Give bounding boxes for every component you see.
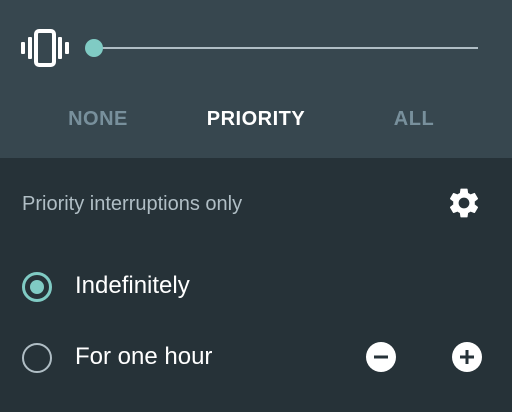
minus-circle-icon[interactable] <box>365 341 397 373</box>
priority-title: Priority interruptions only <box>22 193 243 215</box>
option-label-indefinitely: Indefinitely <box>75 272 190 299</box>
slider-track <box>94 47 478 49</box>
slider-thumb[interactable] <box>85 39 103 57</box>
tab-all[interactable]: ALL <box>364 96 464 142</box>
gear-icon[interactable] <box>446 185 482 221</box>
mode-tabs: NONE PRIORITY ALL <box>0 96 512 142</box>
option-for-one-hour[interactable]: For one hour <box>0 333 512 381</box>
interruptions-panel: NONE PRIORITY ALL Priority interruptions… <box>0 0 512 412</box>
tab-none[interactable]: NONE <box>48 96 148 142</box>
radio-dot <box>30 280 44 294</box>
tab-priority[interactable]: PRIORITY <box>186 96 326 142</box>
plus-circle-icon[interactable] <box>451 341 483 373</box>
radio-indefinitely[interactable] <box>22 272 52 302</box>
option-indefinitely[interactable]: Indefinitely <box>0 262 512 310</box>
radio-for-one-hour[interactable] <box>22 343 52 373</box>
option-label-for-one-hour: For one hour <box>75 343 213 370</box>
volume-slider[interactable] <box>84 36 480 60</box>
volume-section: NONE PRIORITY ALL <box>0 0 512 158</box>
vibrate-icon[interactable] <box>20 28 70 68</box>
